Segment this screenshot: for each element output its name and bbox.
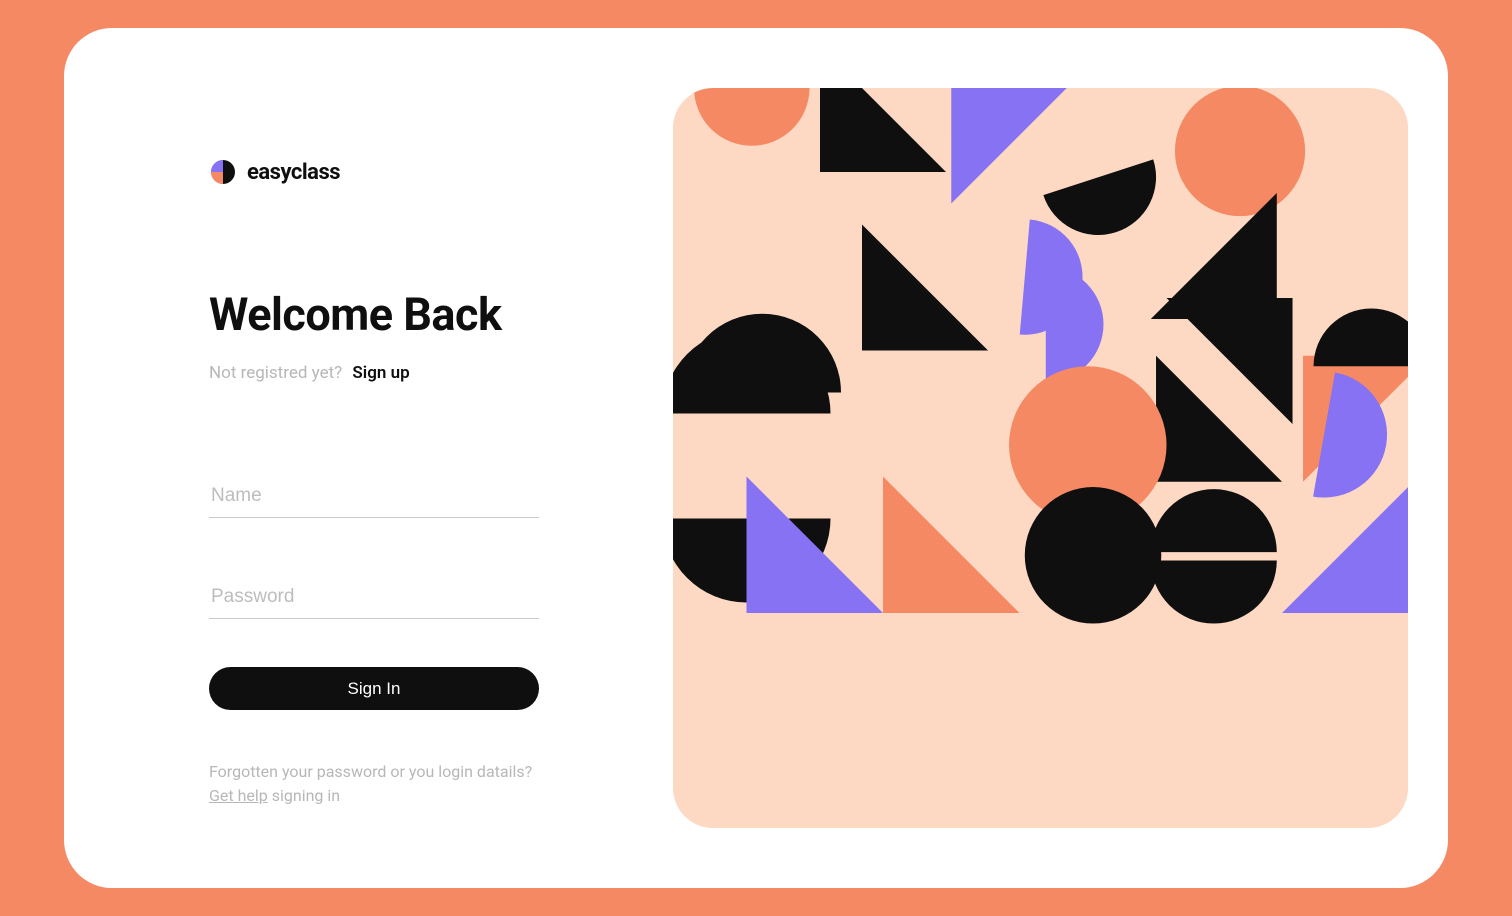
password-input[interactable] xyxy=(209,576,539,619)
name-input[interactable] xyxy=(209,475,539,518)
signup-link[interactable]: Sign up xyxy=(352,363,409,383)
signin-button[interactable]: Sign In xyxy=(209,667,539,710)
logo: easyclass xyxy=(209,158,593,186)
brand-name: easyclass xyxy=(247,160,340,185)
help-text: Forgotten your password or you login dat… xyxy=(209,760,539,808)
logo-icon xyxy=(209,158,237,186)
signup-prompt: Not registred yet? Sign up xyxy=(209,363,593,383)
page-title: Welcome Back xyxy=(209,288,593,341)
help-pre: Forgotten your password or you login dat… xyxy=(209,762,532,781)
login-card: easyclass Welcome Back Not registred yet… xyxy=(64,28,1448,888)
help-post: signing in xyxy=(268,786,340,805)
form-panel: easyclass Welcome Back Not registred yet… xyxy=(64,28,673,888)
geometric-art xyxy=(673,88,1408,634)
get-help-link[interactable]: Get help xyxy=(209,786,268,805)
signup-prompt-text: Not registred yet? xyxy=(209,363,342,383)
illustration-panel xyxy=(673,88,1408,828)
